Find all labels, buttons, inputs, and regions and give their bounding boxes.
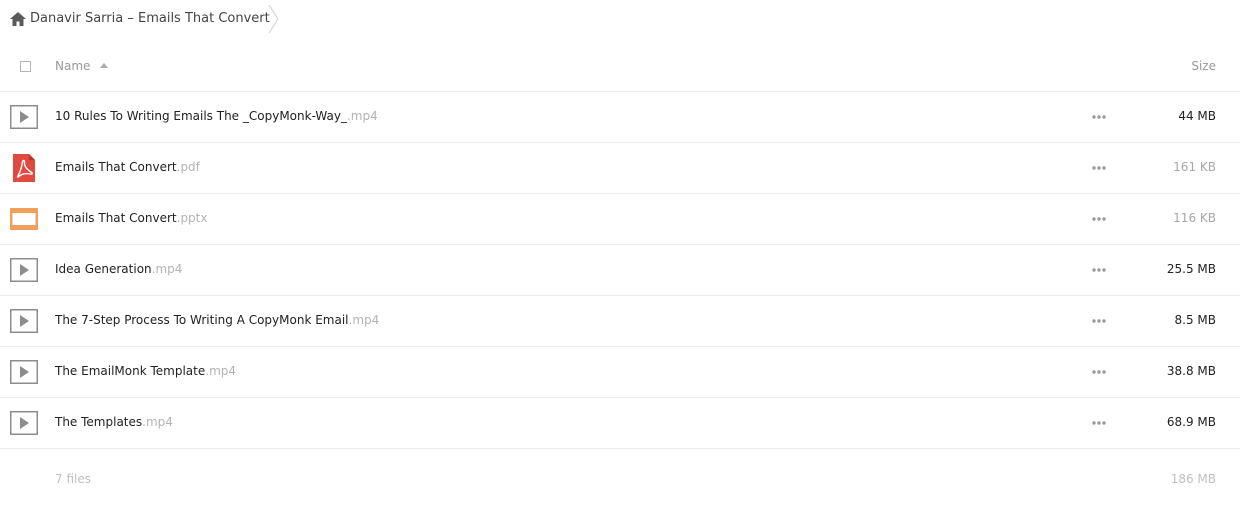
file-basename: Idea Generation	[55, 262, 152, 276]
file-list-header: Name Size	[0, 44, 1240, 92]
more-options-icon[interactable]	[1090, 159, 1108, 177]
file-size: 8.5 MB	[1174, 313, 1216, 327]
file-size: 116 KB	[1173, 211, 1216, 225]
file-name[interactable]: Emails That Convert.pdf	[55, 160, 200, 174]
file-row[interactable]: Emails That Convert.pdf 161 KB	[0, 143, 1240, 194]
video-icon[interactable]	[10, 358, 38, 386]
file-extension: .pptx	[176, 211, 208, 225]
chevron-right-icon	[268, 4, 279, 34]
file-size: 25.5 MB	[1166, 262, 1216, 276]
file-name[interactable]: The Templates.mp4	[55, 415, 173, 429]
file-extension: .mp4	[142, 415, 173, 429]
file-basename: The EmailMonk Template	[55, 364, 206, 378]
more-options-icon[interactable]	[1090, 363, 1108, 381]
file-name[interactable]: The EmailMonk Template.mp4	[55, 364, 236, 378]
file-extension: .mp4	[346, 109, 378, 123]
size-column-header[interactable]: Size	[1191, 59, 1216, 73]
more-options-icon[interactable]	[1090, 312, 1108, 330]
more-options-icon[interactable]	[1090, 261, 1108, 279]
file-extension: .mp4	[151, 262, 183, 276]
file-name[interactable]: Emails That Convert.pptx	[55, 211, 207, 225]
file-size: 44 MB	[1178, 109, 1216, 123]
sort-ascending-icon[interactable]	[100, 63, 108, 68]
file-extension: .pdf	[176, 160, 200, 174]
video-icon[interactable]	[10, 103, 38, 131]
presentation-icon[interactable]	[10, 205, 38, 233]
select-all-checkbox[interactable]	[20, 61, 31, 72]
file-name[interactable]: Idea Generation.mp4	[55, 262, 182, 276]
file-basename: Emails That Convert	[55, 211, 177, 225]
file-size: 38.8 MB	[1166, 364, 1216, 378]
file-name[interactable]: The 7-Step Process To Writing A CopyMonk…	[55, 313, 379, 327]
file-row[interactable]: 10 Rules To Writing Emails The _CopyMonk…	[0, 92, 1240, 143]
file-count: 7 files	[55, 472, 91, 486]
video-icon[interactable]	[10, 409, 38, 437]
file-list-footer: 7 files 186 MB	[0, 468, 1240, 492]
video-icon[interactable]	[10, 307, 38, 335]
file-size: 68.9 MB	[1166, 415, 1216, 429]
file-row[interactable]: Emails That Convert.pptx 116 KB	[0, 194, 1240, 245]
file-extension: .mp4	[205, 364, 237, 378]
video-icon[interactable]	[10, 256, 38, 284]
file-row[interactable]: The Templates.mp4 68.9 MB	[0, 398, 1240, 449]
file-extension: .mp4	[348, 313, 380, 327]
pdf-icon[interactable]	[10, 154, 38, 182]
name-column-header[interactable]: Name	[55, 59, 90, 73]
file-basename: The 7-Step Process To Writing A CopyMonk…	[55, 313, 349, 327]
breadcrumb-current[interactable]: Danavir Sarria – Emails That Convert	[30, 11, 270, 26]
file-size: 161 KB	[1173, 160, 1216, 174]
file-basename: The Templates	[55, 415, 143, 429]
file-row[interactable]: The 7-Step Process To Writing A CopyMonk…	[0, 296, 1240, 347]
more-options-icon[interactable]	[1090, 108, 1108, 126]
file-name[interactable]: 10 Rules To Writing Emails The _CopyMonk…	[55, 109, 378, 123]
file-row[interactable]: The EmailMonk Template.mp4 38.8 MB	[0, 347, 1240, 398]
more-options-icon[interactable]	[1090, 414, 1108, 432]
file-basename: 10 Rules To Writing Emails The _CopyMonk…	[55, 109, 347, 123]
file-row[interactable]: Idea Generation.mp4 25.5 MB	[0, 245, 1240, 296]
file-basename: Emails That Convert	[55, 160, 177, 174]
total-size: 186 MB	[1170, 472, 1216, 486]
home-icon[interactable]	[10, 12, 26, 26]
more-options-icon[interactable]	[1090, 210, 1108, 228]
